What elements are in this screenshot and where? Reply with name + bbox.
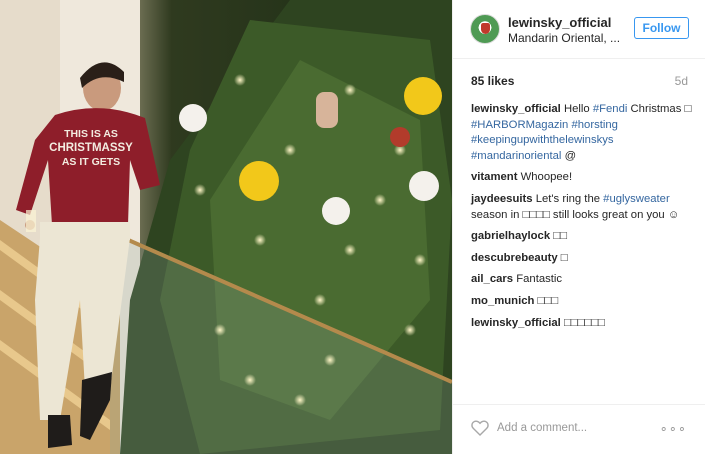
comment-item: mo_munich □□□: [471, 294, 693, 310]
comment-username[interactable]: mo_munich: [471, 295, 534, 307]
post-footer: Add a comment... ∘∘∘: [453, 404, 705, 454]
comment-text: □: [560, 251, 568, 264]
christmas-tree-photo: THIS IS AS CHRISTMASSY AS IT GETS: [0, 0, 452, 454]
likes-count[interactable]: 85 likes: [471, 74, 514, 88]
comment-item: jaydeesuits Let's ring the #uglysweater …: [471, 192, 693, 223]
post-author-username[interactable]: lewinsky_official: [508, 15, 611, 30]
hashtag-link[interactable]: #HARBORMagazin: [471, 119, 568, 131]
comment-text: Hello: [563, 103, 593, 115]
comment-username[interactable]: lewinsky_official: [471, 103, 561, 115]
hashtag-link[interactable]: #uglysweater: [603, 193, 670, 205]
comment-text: Let's ring the: [535, 192, 604, 205]
comment-text: season in □□□□ still looks great on you …: [471, 208, 680, 221]
comment-item: descubrebeauty □: [471, 251, 693, 267]
sweater-text-line-2: CHRISTMASSY: [49, 142, 133, 154]
comment-text: Christmas □: [627, 103, 692, 115]
hashtag-link[interactable]: #horsting: [571, 119, 617, 131]
comment-item: ail_cars Fantastic: [471, 272, 693, 288]
sweater-text-line-1: THIS IS AS: [64, 128, 118, 140]
comment-username[interactable]: descubrebeauty: [471, 252, 558, 264]
hashtag-link[interactable]: #Fendi: [593, 103, 628, 115]
comment-username[interactable]: gabrielhaylock: [471, 230, 550, 242]
comment-text: □□□□□□: [563, 316, 605, 329]
comment-username[interactable]: jaydeesuits: [471, 193, 533, 205]
post-side-panel: lewinsky_official Mandarin Oriental, ...…: [452, 0, 705, 454]
comment-item: vitament Whoopee!: [471, 170, 693, 186]
comment-item: lewinsky_official Hello #Fendi Christmas…: [471, 102, 693, 164]
comment-text: □□: [553, 230, 567, 243]
comment-item: gabrielhaylock □□: [471, 229, 693, 245]
heart-icon[interactable]: [471, 420, 489, 441]
avatar[interactable]: [470, 14, 500, 44]
comment-item: lewinsky_official □□□□□□: [471, 316, 693, 332]
comment-text: @: [561, 149, 577, 162]
add-comment-input[interactable]: Add a comment...: [497, 422, 587, 434]
instagram-post: THIS IS AS CHRISTMASSY AS IT GETS lewins…: [0, 0, 705, 454]
comment-text: □□□: [537, 294, 559, 307]
comment-text: Fantastic: [516, 273, 563, 286]
comment-username[interactable]: lewinsky_official: [471, 317, 561, 329]
follow-button[interactable]: Follow: [634, 17, 689, 39]
hashtag-link[interactable]: #mandarinoriental: [471, 150, 561, 162]
comment-username[interactable]: vitament: [471, 171, 517, 183]
post-age[interactable]: 5d: [675, 74, 688, 88]
post-location[interactable]: Mandarin Oriental, ...: [508, 31, 620, 45]
more-options-icon[interactable]: ∘∘∘: [660, 421, 687, 437]
hashtag-link[interactable]: #keepingupwiththelewinskys: [471, 134, 614, 146]
comments-list: lewinsky_official Hello #Fendi Christmas…: [471, 102, 693, 337]
post-header: lewinsky_official Mandarin Oriental, ...…: [453, 0, 705, 59]
post-photo[interactable]: THIS IS AS CHRISTMASSY AS IT GETS: [0, 0, 452, 454]
comment-text: Whoopee!: [520, 171, 573, 184]
sweater-text-line-3: AS IT GETS: [62, 156, 120, 168]
comment-username[interactable]: ail_cars: [471, 273, 513, 285]
